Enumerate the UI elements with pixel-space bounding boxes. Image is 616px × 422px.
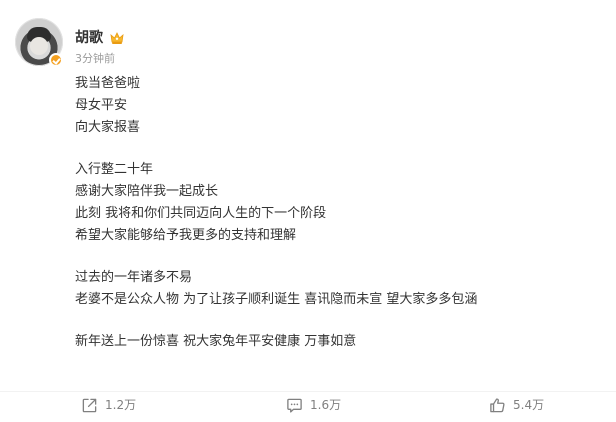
- paragraph: 新年送上一份惊喜 祝大家兔年平安健康 万事如意: [75, 331, 595, 353]
- comment-icon: [287, 398, 302, 413]
- text-line: 母女平安: [75, 98, 128, 113]
- share-button[interactable]: 1.2万: [81, 396, 136, 414]
- like-count: 5.4万: [513, 397, 545, 412]
- weibo-post-card: 胡歌 3分钟前 我当爸爸啦 母女平安 向大家报喜 入行整二十年 感谢大家陪伴我一…: [0, 0, 616, 422]
- comment-button[interactable]: 1.6万: [286, 396, 341, 414]
- paragraph: 我当爸爸啦 母女平安 向大家报喜: [75, 73, 595, 139]
- text-line: 向大家报喜: [75, 120, 141, 135]
- text-line: 感谢大家陪伴我一起成长: [75, 184, 219, 199]
- paragraph: 入行整二十年 感谢大家陪伴我一起成长 此刻 我将和你们共同迈向人生的下一个阶段 …: [75, 159, 595, 247]
- text-line: 新年送上一份惊喜 祝大家兔年平安健康 万事如意: [75, 334, 357, 349]
- paragraph: 过去的一年诸多不易 老婆不是公众人物 为了让孩子顺利诞生 喜讯隐而未宣 望大家多…: [75, 267, 595, 311]
- text-line: 老婆不是公众人物 为了让孩子顺利诞生 喜讯隐而未宣 望大家多多包涵: [75, 292, 478, 307]
- thumbs-up-icon: [490, 397, 505, 412]
- action-bar: 1.2万 1.6万 5.4万: [0, 391, 616, 418]
- text-line: 过去的一年诸多不易: [75, 270, 193, 285]
- author-name[interactable]: 胡歌: [75, 28, 103, 48]
- text-line: 此刻 我将和你们共同迈向人生的下一个阶段: [75, 206, 327, 221]
- comment-count: 1.6万: [310, 397, 342, 412]
- crown-icon: [110, 32, 124, 44]
- text-line: 入行整二十年: [75, 162, 154, 177]
- like-button[interactable]: 5.4万: [489, 396, 544, 414]
- share-icon: [82, 398, 97, 412]
- verified-badge-icon: [49, 53, 63, 67]
- text-line: 希望大家能够给予我更多的支持和理解: [75, 228, 297, 243]
- author-row: 胡歌: [75, 28, 125, 48]
- post-time[interactable]: 3分钟前: [75, 52, 115, 66]
- text-line: 我当爸爸啦: [75, 76, 141, 91]
- avatar-face: [30, 37, 48, 55]
- share-count: 1.2万: [105, 397, 137, 412]
- post-content: 我当爸爸啦 母女平安 向大家报喜 入行整二十年 感谢大家陪伴我一起成长 此刻 我…: [75, 73, 595, 373]
